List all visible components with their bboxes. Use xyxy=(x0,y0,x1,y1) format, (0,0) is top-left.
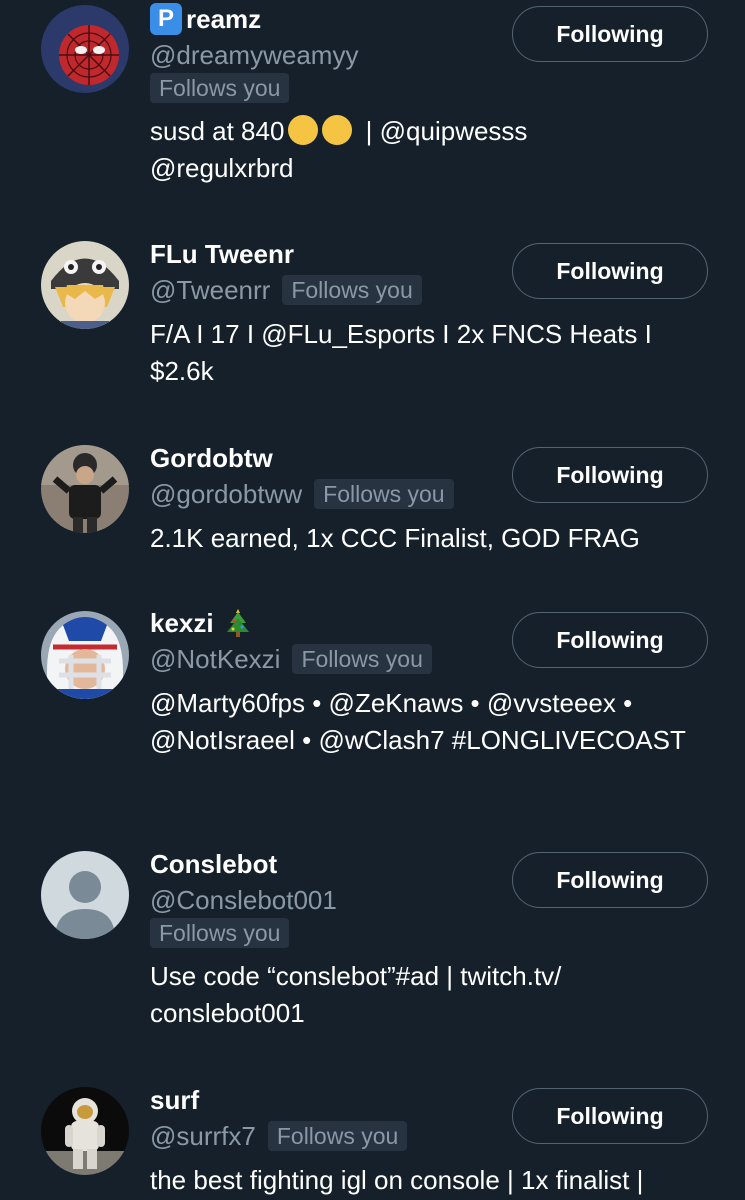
display-name-text: reamz xyxy=(186,4,262,34)
following-button[interactable]: Following xyxy=(512,6,708,62)
bio-text: susd at 840 xyxy=(150,116,285,146)
avatar[interactable] xyxy=(41,611,129,699)
avatar[interactable] xyxy=(41,241,129,329)
astronaut-avatar-icon xyxy=(41,1087,129,1175)
follows-you-badge: Follows you xyxy=(314,479,454,509)
photo-avatar-icon xyxy=(41,445,129,533)
football-helmet-avatar-icon xyxy=(41,611,129,699)
follows-you-badge: Follows you xyxy=(267,1121,408,1151)
handle: @NotKexzi xyxy=(150,644,281,674)
bio-text-mention: | @quipwesss xyxy=(358,116,528,146)
following-button[interactable]: Following xyxy=(512,243,708,299)
parking-emoji-icon: P xyxy=(150,3,182,35)
avatar[interactable] xyxy=(41,851,129,939)
follows-you-badge: Follows you xyxy=(150,918,290,948)
spiderman-avatar-icon xyxy=(41,5,129,93)
neutral-face-emoji-icon xyxy=(288,115,319,145)
bio: Use code “conslebot”#ad | twitch.tv/ con… xyxy=(150,961,562,1028)
display-name-text: kexzi xyxy=(150,608,214,638)
default-avatar-icon xyxy=(41,851,129,939)
handle: @gordobtww xyxy=(150,479,303,509)
sad-tear-emoji-icon xyxy=(322,115,353,145)
bio-text-mention-2: @regulxrbrd xyxy=(150,153,294,183)
bio: susd at 840 | @quipwesss @regulxrbrd xyxy=(150,113,710,187)
avatar[interactable] xyxy=(41,5,129,93)
following-button[interactable]: Following xyxy=(512,612,708,668)
following-button[interactable]: Following xyxy=(512,1088,708,1144)
bio: @Marty60fps • @ZeKnaws • @vvsteeex • @No… xyxy=(150,688,686,755)
follows-you-badge: Follows you xyxy=(150,73,290,103)
christmas-tree-emoji-icon xyxy=(226,609,249,637)
anime-avatar-icon xyxy=(41,241,129,329)
following-button[interactable]: Following xyxy=(512,447,708,503)
following-button[interactable]: Following xyxy=(512,852,708,908)
avatar[interactable] xyxy=(41,445,129,533)
following-list: P reamz @dreamyweamyy Follows you susd a… xyxy=(0,0,745,1200)
handle: @Tweenrr xyxy=(150,275,271,305)
bio: the best fighting igl on console | 1x fi… xyxy=(150,1165,644,1195)
follows-you-badge: Follows you xyxy=(292,644,432,674)
avatar[interactable] xyxy=(41,1087,129,1175)
handle: @surrfx7 xyxy=(150,1121,256,1151)
follows-you-badge: Follows you xyxy=(282,275,422,305)
bio: 2.1K earned, 1x CCC Finalist, GOD FRAG xyxy=(150,523,640,553)
bio: F/A I 17 I @FLu_Esports I 2x FNCS Heats … xyxy=(150,319,652,386)
